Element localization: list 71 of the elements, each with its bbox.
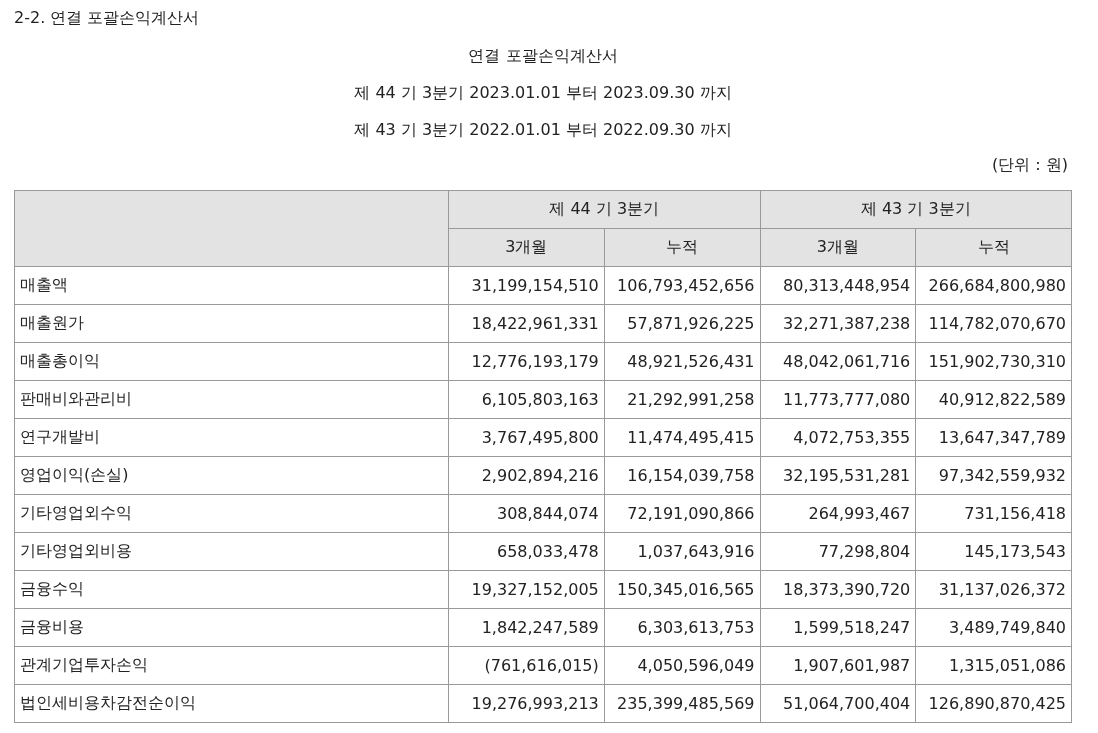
header-cell: 제 43 기 3분기 bbox=[760, 190, 1072, 229]
table-cell: 31,137,026,372 bbox=[915, 570, 1072, 609]
table-cell: 금융비용 bbox=[14, 608, 449, 647]
table-cell: 매출원가 bbox=[14, 304, 449, 343]
table-cell: 판매비와관리비 bbox=[14, 380, 449, 419]
table-cell: 80,313,448,954 bbox=[760, 266, 916, 305]
table-cell: 관계기업투자손익 bbox=[14, 646, 449, 685]
table-cell: 19,276,993,213 bbox=[448, 684, 605, 723]
table-cell: 3,767,495,800 bbox=[448, 418, 605, 457]
table-cell: 114,782,070,670 bbox=[915, 304, 1072, 343]
table-cell: 32,195,531,281 bbox=[760, 456, 916, 495]
table-cell: 658,033,478 bbox=[448, 532, 605, 571]
table-cell: 2,902,894,216 bbox=[448, 456, 605, 495]
table-cell: 1,907,601,987 bbox=[760, 646, 916, 685]
report-title: 연결 포괄손익계산서 bbox=[467, 45, 619, 67]
table-cell: 40,912,822,589 bbox=[915, 380, 1072, 419]
table-cell: 266,684,800,980 bbox=[915, 266, 1072, 305]
table-cell: 97,342,559,932 bbox=[915, 456, 1072, 495]
header-cell: 3개월 bbox=[760, 228, 916, 267]
unit-label: (단위 : 원) bbox=[991, 154, 1068, 176]
table-cell: 18,422,961,331 bbox=[448, 304, 605, 343]
header-cell: 누적 bbox=[604, 228, 760, 267]
table-cell: 법인세비용차감전순이익 bbox=[14, 684, 449, 723]
header-cell: 제 44 기 3분기 bbox=[448, 190, 760, 229]
table-cell: 매출액 bbox=[14, 266, 449, 305]
table-cell: 150,345,016,565 bbox=[604, 570, 760, 609]
table-cell: (761,616,015) bbox=[448, 646, 605, 685]
table-cell: 151,902,730,310 bbox=[915, 342, 1072, 381]
table-cell: 11,474,495,415 bbox=[604, 418, 760, 457]
table-cell: 1,315,051,086 bbox=[915, 646, 1072, 685]
table-cell: 6,105,803,163 bbox=[448, 380, 605, 419]
table-cell: 19,327,152,005 bbox=[448, 570, 605, 609]
table-cell: 16,154,039,758 bbox=[604, 456, 760, 495]
table-cell: 235,399,485,569 bbox=[604, 684, 760, 723]
table-cell: 1,037,643,916 bbox=[604, 532, 760, 571]
table-cell: 6,303,613,753 bbox=[604, 608, 760, 647]
table-cell: 금융수익 bbox=[14, 570, 449, 609]
period-line: 제 44 기 3분기 2023.01.01 부터 2023.09.30 까지 bbox=[353, 82, 733, 104]
table-cell: 13,647,347,789 bbox=[915, 418, 1072, 457]
period-line: 제 43 기 3분기 2022.01.01 부터 2022.09.30 까지 bbox=[353, 119, 733, 141]
table-cell: 57,871,926,225 bbox=[604, 304, 760, 343]
table-cell: 48,921,526,431 bbox=[604, 342, 760, 381]
table-cell: 1,842,247,589 bbox=[448, 608, 605, 647]
table-cell: 1,599,518,247 bbox=[760, 608, 916, 647]
table-cell: 기타영업외수익 bbox=[14, 494, 449, 533]
table-cell: 31,199,154,510 bbox=[448, 266, 605, 305]
section-title: 2-2. 연결 포괄손익계산서 bbox=[14, 7, 201, 29]
table-cell: 48,042,061,716 bbox=[760, 342, 916, 381]
table-cell: 4,072,753,355 bbox=[760, 418, 916, 457]
table-cell: 영업이익(손실) bbox=[14, 456, 449, 495]
table-cell: 18,373,390,720 bbox=[760, 570, 916, 609]
table-cell: 연구개발비 bbox=[14, 418, 449, 457]
table-cell: 21,292,991,258 bbox=[604, 380, 760, 419]
table-cell: 12,776,193,179 bbox=[448, 342, 605, 381]
table-cell: 731,156,418 bbox=[915, 494, 1072, 533]
table-cell: 기타영업외비용 bbox=[14, 532, 449, 571]
table-cell: 264,993,467 bbox=[760, 494, 916, 533]
table-cell: 126,890,870,425 bbox=[915, 684, 1072, 723]
table-cell: 72,191,090,866 bbox=[604, 494, 760, 533]
table-cell: 51,064,700,404 bbox=[760, 684, 916, 723]
header-cell: 누적 bbox=[915, 228, 1072, 267]
table-cell: 32,271,387,238 bbox=[760, 304, 916, 343]
table-cell: 145,173,543 bbox=[915, 532, 1072, 571]
table-cell: 매출총이익 bbox=[14, 342, 449, 381]
table-cell: 4,050,596,049 bbox=[604, 646, 760, 685]
table-cell: 77,298,804 bbox=[760, 532, 916, 571]
header-cell: 3개월 bbox=[448, 228, 605, 267]
table-cell: 106,793,452,656 bbox=[604, 266, 760, 305]
table-cell: 308,844,074 bbox=[448, 494, 605, 533]
table-cell: 3,489,749,840 bbox=[915, 608, 1072, 647]
table-cell: 11,773,777,080 bbox=[760, 380, 916, 419]
